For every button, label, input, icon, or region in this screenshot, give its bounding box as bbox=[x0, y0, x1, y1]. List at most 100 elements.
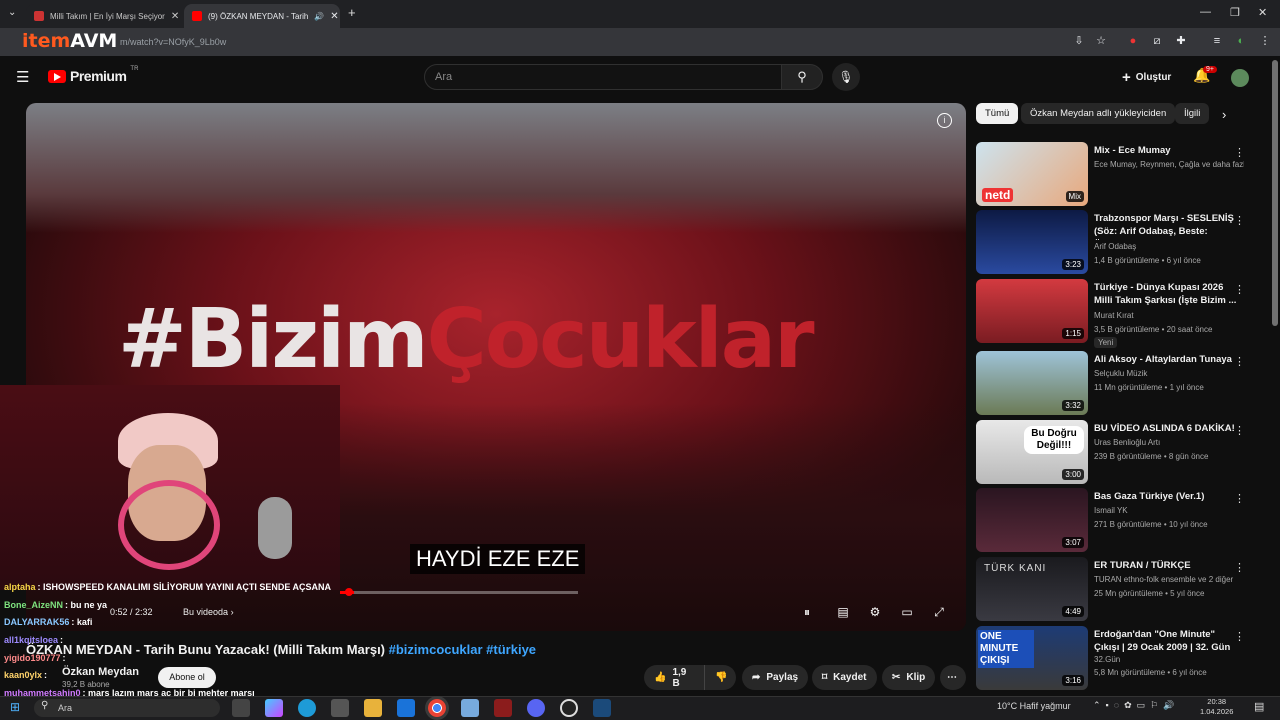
channel-name[interactable]: Özkan Meydan bbox=[62, 666, 139, 678]
more-vert-icon[interactable]: ⋮ bbox=[1234, 561, 1245, 574]
more-vert-icon[interactable]: ⋮ bbox=[1234, 214, 1245, 227]
video-thumbnail: TÜRK KANI 4:49 bbox=[976, 557, 1088, 621]
tab-close-icon[interactable]: ✕ bbox=[330, 11, 338, 22]
theater-mode-icon[interactable]: ▭ bbox=[898, 605, 916, 621]
weather-widget[interactable]: 10°C Hafif yağmur bbox=[997, 701, 1071, 711]
recommendation-item[interactable]: TÜRK KANI 4:49 ER TURAN / TÜRKÇE TURAN et… bbox=[976, 557, 1266, 621]
notification-center-icon[interactable]: ▤ bbox=[1254, 700, 1264, 713]
install-icon[interactable]: ⇩ bbox=[1072, 34, 1086, 48]
info-icon[interactable]: i bbox=[937, 113, 952, 128]
tray-icons[interactable]: ⌃▪◌✿▭⚐🔊 bbox=[1093, 700, 1179, 711]
recommendation-item[interactable]: netd Mix Mix - Ece Mumay Ece Mumay, Reynm… bbox=[976, 142, 1266, 206]
share-button[interactable]: ➦ Paylaş bbox=[742, 665, 809, 690]
subscribe-button[interactable]: Abone ol bbox=[158, 667, 216, 688]
search-button[interactable]: ⚲ bbox=[781, 64, 823, 90]
audio-icon[interactable]: 🔊 bbox=[314, 12, 324, 21]
extension-icon[interactable]: ⧄ bbox=[1150, 34, 1164, 48]
create-button[interactable]: + Oluştur bbox=[1122, 69, 1171, 86]
restore-icon[interactable]: ❐ bbox=[1230, 6, 1240, 19]
chip-all[interactable]: Tümü bbox=[976, 103, 1019, 124]
youtube-favicon-icon bbox=[192, 11, 202, 21]
like-button[interactable]: 👍 1,9 B bbox=[644, 665, 704, 690]
recommendation-item[interactable]: Bu Doğru Değil!!! 3:00 BU VİDEO ASLINDA 6… bbox=[976, 420, 1266, 484]
youtube-logo-text: Premium bbox=[70, 68, 127, 84]
new-tab-icon[interactable]: + bbox=[348, 5, 356, 20]
profile-icon[interactable]: ◐ bbox=[1234, 34, 1248, 48]
avatar[interactable] bbox=[1231, 69, 1249, 87]
tab-close-icon[interactable]: ✕ bbox=[171, 11, 179, 22]
autoplay-toggle-icon[interactable]: ⏸ bbox=[798, 605, 816, 621]
search-input[interactable]: Ara bbox=[424, 64, 782, 90]
hamburger-menu-icon[interactable]: ☰ bbox=[16, 68, 29, 86]
chat-user: kaan0ylx bbox=[4, 670, 43, 680]
more-vert-icon[interactable]: ⋮ bbox=[1234, 355, 1245, 368]
subtitles-icon[interactable]: ▤ bbox=[834, 605, 852, 621]
recommendation-item[interactable]: 1:15 Türkiye - Dünya Kupası 2026 Milli T… bbox=[976, 279, 1266, 348]
video-thumbnail: netd Mix bbox=[976, 142, 1088, 206]
steam-icon[interactable] bbox=[593, 699, 611, 717]
save-button[interactable]: ⌑ Kaydet bbox=[812, 665, 877, 690]
close-window-icon[interactable]: ✕ bbox=[1258, 6, 1267, 19]
recommendation-item[interactable]: ONE MINUTE ÇIKIŞI 3:16 Erdoğan'dan "One M… bbox=[976, 626, 1266, 690]
progress-scrubber[interactable] bbox=[345, 588, 353, 596]
more-vert-icon[interactable]: ⋮ bbox=[1234, 283, 1245, 296]
video-thumbnail: 3:23 bbox=[976, 210, 1088, 274]
extensions-puzzle-icon[interactable]: ✚ bbox=[1174, 34, 1188, 48]
rec-channel: TURAN ethno-folk ensemble ve 2 diğer bbox=[1094, 575, 1234, 584]
obs-icon[interactable] bbox=[560, 699, 578, 717]
minimize-icon[interactable]: — bbox=[1200, 6, 1211, 18]
search-icon: ⚲ bbox=[797, 69, 807, 84]
more-vert-icon[interactable]: ⋮ bbox=[1234, 492, 1245, 505]
extension-red-icon[interactable]: ● bbox=[1126, 34, 1140, 48]
task-view-icon[interactable] bbox=[232, 699, 250, 717]
chevron-right-icon[interactable]: › bbox=[1222, 107, 1226, 122]
dislike-button[interactable]: 👎 bbox=[704, 665, 736, 690]
voice-app-icon[interactable] bbox=[494, 699, 512, 717]
page-scrollbar[interactable] bbox=[1272, 60, 1278, 326]
address-bar[interactable]: m/watch?v=NOfyK_9Lb0w bbox=[60, 33, 1060, 51]
media-list-icon[interactable]: ≡ bbox=[1210, 34, 1224, 48]
taskbar-search[interactable]: Ara bbox=[34, 699, 220, 717]
clip-button[interactable]: ✂ Klip bbox=[882, 665, 936, 690]
fullscreen-icon[interactable]: ⤢ bbox=[930, 605, 948, 621]
recommendation-item[interactable]: 3:07 Bas Gaza Türkiye (Ver.1) Ismail YK … bbox=[976, 488, 1266, 552]
youtube-logo[interactable]: Premium TR bbox=[48, 66, 138, 84]
file-explorer-icon[interactable] bbox=[364, 699, 382, 717]
chrome-icon[interactable] bbox=[428, 699, 446, 717]
chapter-button[interactable]: Bu videoda › bbox=[183, 607, 234, 617]
voice-search-button[interactable]: 🎙 bbox=[832, 63, 860, 91]
browser-menu-icon[interactable]: ⋮ bbox=[1258, 34, 1272, 48]
windows-start-icon[interactable]: ⊞ bbox=[10, 700, 20, 714]
duration-badge: 3:32 bbox=[1062, 400, 1084, 411]
rec-channel: 32.Gün bbox=[1094, 655, 1121, 664]
store-icon[interactable] bbox=[331, 699, 349, 717]
chip-uploader[interactable]: Özkan Meydan adlı yükleyiciden bbox=[1021, 103, 1176, 124]
rec-channel: Arif Odabaş bbox=[1094, 242, 1137, 251]
chip-related[interactable]: İlgili bbox=[1175, 103, 1210, 124]
more-vert-icon[interactable]: ⋮ bbox=[1234, 146, 1245, 159]
recommendation-item[interactable]: 3:23 Trabzonspor Marşı - SESLENİŞ (Söz: … bbox=[976, 210, 1266, 274]
copilot-icon[interactable] bbox=[265, 699, 283, 717]
browser-tab-active[interactable]: (9) ÖZKAN MEYDAN - Tarih 🔊 ✕ bbox=[184, 4, 340, 28]
duration-badge: 3:07 bbox=[1062, 537, 1084, 548]
progress-bar[interactable] bbox=[340, 591, 578, 594]
settings-gear-icon[interactable]: ⚙ bbox=[866, 605, 884, 621]
discord-icon[interactable] bbox=[527, 699, 545, 717]
rec-title: Erdoğan'dan "One Minute" Çıkışı | 29 Oca… bbox=[1094, 629, 1231, 656]
like-count: 1,9 B bbox=[672, 666, 687, 689]
notes-icon[interactable] bbox=[461, 699, 479, 717]
rec-title: Bas Gaza Türkiye (Ver.1) bbox=[1094, 491, 1205, 502]
recommendation-item[interactable]: 3:32 Ali Aksoy - Altaylardan Tunaya Selç… bbox=[976, 351, 1266, 415]
headphones bbox=[118, 480, 220, 570]
hashtags[interactable]: #bizimcocuklar #türkiye bbox=[389, 642, 536, 657]
taskbar-clock[interactable]: 20:38 1.04.2026 bbox=[1200, 697, 1233, 717]
time-display: 0:52 / 2:32 bbox=[110, 607, 153, 617]
outlook-icon[interactable] bbox=[397, 699, 415, 717]
more-vert-icon[interactable]: ⋮ bbox=[1234, 424, 1245, 437]
bookmark-star-icon[interactable]: ☆ bbox=[1094, 34, 1108, 48]
more-actions-button[interactable]: ⋯ bbox=[940, 665, 966, 690]
more-vert-icon[interactable]: ⋮ bbox=[1234, 630, 1245, 643]
tab-search-icon[interactable]: ⌄ bbox=[8, 7, 16, 18]
edge-icon[interactable] bbox=[298, 699, 316, 717]
browser-tab[interactable]: Milli Takım | En İyi Marşı Seçiyor ✕ bbox=[26, 4, 180, 28]
